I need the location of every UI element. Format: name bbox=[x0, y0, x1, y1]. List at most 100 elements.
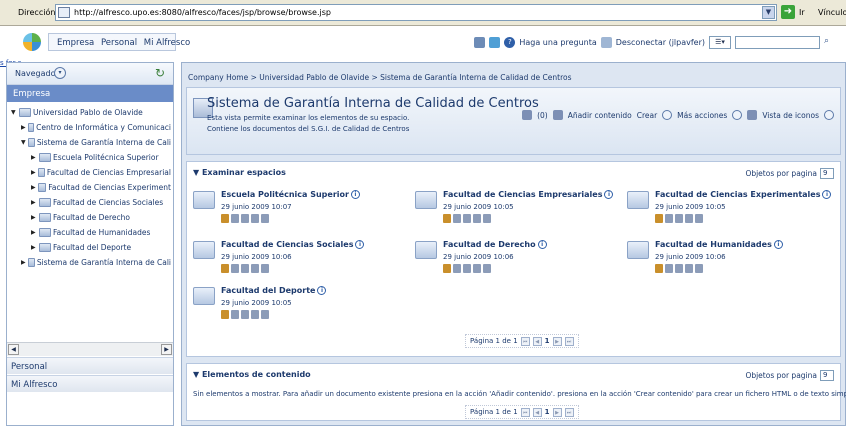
logout-icon[interactable] bbox=[600, 36, 612, 48]
space-name[interactable]: Facultad de Derecho i bbox=[443, 240, 547, 249]
go-button[interactable]: Ir bbox=[799, 8, 805, 17]
users-icon[interactable] bbox=[474, 36, 486, 48]
copy-icon[interactable] bbox=[231, 214, 239, 223]
more-icon[interactable] bbox=[261, 214, 269, 223]
details-icon[interactable] bbox=[241, 264, 249, 273]
tree-item[interactable]: ▼ Sistema de Garantía Interna de Cali bbox=[21, 136, 171, 148]
address-input[interactable]: http://alfresco.upo.es:8080/alfresco/fac… bbox=[55, 4, 777, 21]
cut-icon[interactable] bbox=[655, 264, 663, 273]
space-folder-icon[interactable] bbox=[193, 241, 215, 259]
last-page-icon[interactable]: ⏭ bbox=[564, 336, 574, 346]
next-page-icon[interactable]: ▶ bbox=[552, 336, 562, 346]
collapsed-arrow-icon[interactable]: ▶ bbox=[31, 184, 36, 191]
more-icon[interactable] bbox=[483, 214, 491, 223]
per-page-input[interactable]: 9 bbox=[820, 370, 834, 381]
sidebar-section-mi-alfresco[interactable]: Mi Alfresco bbox=[7, 375, 173, 392]
navigator-menu-icon[interactable]: ▾ bbox=[54, 67, 66, 79]
browse-spaces-title[interactable]: ▼ Examinar espacios bbox=[193, 168, 286, 177]
more-icon[interactable] bbox=[695, 264, 703, 273]
nav-empresa[interactable]: Empresa bbox=[57, 38, 94, 48]
rules-icon[interactable] bbox=[522, 110, 533, 120]
info-icon[interactable]: i bbox=[604, 190, 614, 199]
delete-icon[interactable] bbox=[685, 264, 693, 273]
collapsed-arrow-icon[interactable]: ▶ bbox=[21, 124, 26, 131]
delete-icon[interactable] bbox=[251, 214, 259, 223]
space-folder-icon[interactable] bbox=[415, 241, 437, 259]
cut-icon[interactable] bbox=[443, 264, 451, 273]
search-options-select[interactable]: ☰▾ bbox=[709, 35, 731, 49]
cut-icon[interactable] bbox=[443, 214, 451, 223]
delete-icon[interactable] bbox=[251, 310, 259, 319]
prev-page-icon[interactable]: ◀ bbox=[532, 336, 542, 346]
space-item[interactable]: Facultad de Ciencias Empresariales i 29 j… bbox=[415, 188, 615, 234]
search-icon[interactable]: ⌕ bbox=[824, 36, 838, 49]
view-icon[interactable] bbox=[747, 110, 758, 120]
nav-mi-alfresco[interactable]: Mi Alfresco bbox=[144, 38, 190, 48]
refresh-icon[interactable]: ↻ bbox=[155, 66, 165, 80]
space-item[interactable]: Facultad de Ciencias Experimentales i 29 … bbox=[627, 188, 832, 234]
tree-item[interactable]: ▶ Facultad del Deporte bbox=[31, 241, 171, 253]
cut-icon[interactable] bbox=[221, 310, 229, 319]
create-button[interactable]: Crear bbox=[637, 111, 657, 120]
cut-icon[interactable] bbox=[655, 214, 663, 223]
links-button[interactable]: Vínculos bbox=[818, 8, 846, 17]
tree-item[interactable]: ▶ Facultad de Ciencias Experiment bbox=[31, 181, 171, 193]
copy-icon[interactable] bbox=[231, 264, 239, 273]
copy-icon[interactable] bbox=[665, 214, 673, 223]
tree-item[interactable]: ▶ Facultad de Ciencias Empresarial bbox=[31, 166, 171, 178]
copy-icon[interactable] bbox=[453, 264, 461, 273]
space-folder-icon[interactable] bbox=[627, 241, 649, 259]
copy-icon[interactable] bbox=[453, 214, 461, 223]
first-page-icon[interactable]: ⏮ bbox=[520, 336, 530, 346]
space-item[interactable]: Escuela Politécnica Superior i 29 junio 2… bbox=[193, 188, 393, 234]
space-name[interactable]: Facultad de Ciencias Sociales i bbox=[221, 240, 365, 249]
collapsed-arrow-icon[interactable]: ▶ bbox=[31, 214, 37, 221]
nav-personal[interactable]: Personal bbox=[101, 38, 137, 48]
info-icon[interactable]: i bbox=[355, 240, 365, 249]
space-item[interactable]: Facultad del Deporte i 29 junio 2009 10:0… bbox=[193, 284, 393, 330]
more-actions-menu-icon[interactable] bbox=[732, 110, 743, 120]
collapsed-arrow-icon[interactable]: ▶ bbox=[21, 259, 26, 266]
copy-icon[interactable] bbox=[231, 310, 239, 319]
next-page-icon[interactable]: ▶ bbox=[552, 407, 562, 417]
space-item[interactable]: Facultad de Derecho i 29 junio 2009 10:06 bbox=[415, 238, 615, 284]
space-folder-icon[interactable] bbox=[627, 191, 649, 209]
details-icon[interactable] bbox=[463, 214, 471, 223]
space-name[interactable]: Facultad de Ciencias Experimentales i bbox=[655, 190, 832, 199]
info-icon[interactable]: i bbox=[537, 240, 547, 249]
expanded-arrow-icon[interactable]: ▼ bbox=[11, 109, 17, 116]
space-folder-icon[interactable] bbox=[193, 287, 215, 305]
space-name[interactable]: Facultad del Deporte i bbox=[221, 286, 327, 295]
add-content-button[interactable]: Añadir contenido bbox=[568, 111, 632, 120]
tree-item[interactable]: ▼ Universidad Pablo de Olavide bbox=[11, 106, 143, 118]
info-icon[interactable]: i bbox=[773, 240, 783, 249]
cut-icon[interactable] bbox=[221, 264, 229, 273]
details-icon[interactable] bbox=[241, 310, 249, 319]
breadcrumb[interactable]: Company Home > Universidad Pablo de Olav… bbox=[188, 73, 572, 82]
collapsed-arrow-icon[interactable]: ▶ bbox=[31, 199, 37, 206]
details-icon[interactable] bbox=[463, 264, 471, 273]
collapsed-arrow-icon[interactable]: ▶ bbox=[31, 154, 37, 161]
sidebar-horizontal-scrollbar[interactable]: ◀ ▶ bbox=[7, 342, 173, 356]
more-icon[interactable] bbox=[261, 264, 269, 273]
add-content-icon[interactable] bbox=[552, 110, 563, 120]
collapsed-arrow-icon[interactable]: ▶ bbox=[31, 169, 36, 176]
view-mode-button[interactable]: Vista de iconos bbox=[762, 111, 819, 120]
info-icon[interactable]: i bbox=[317, 286, 327, 295]
create-menu-icon[interactable] bbox=[662, 110, 673, 120]
scroll-left-icon[interactable]: ◀ bbox=[8, 344, 19, 355]
collapsed-arrow-icon[interactable]: ▶ bbox=[31, 244, 37, 251]
tree-item[interactable]: ▶ Facultad de Humanidades bbox=[31, 226, 171, 238]
search-input[interactable] bbox=[735, 35, 820, 49]
help-link[interactable]: Haga una pregunta bbox=[519, 38, 596, 47]
prev-page-icon[interactable]: ◀ bbox=[532, 407, 542, 417]
info-icon[interactable]: i bbox=[822, 190, 832, 199]
space-name[interactable]: Facultad de Ciencias Empresariales i bbox=[443, 190, 614, 199]
space-folder-icon[interactable] bbox=[193, 191, 215, 209]
sidebar-section-empresa[interactable]: Empresa bbox=[7, 85, 173, 102]
tree-item[interactable]: ▶ Facultad de Ciencias Sociales bbox=[31, 196, 171, 208]
copy-icon[interactable] bbox=[665, 264, 673, 273]
space-name[interactable]: Facultad de Humanidades i bbox=[655, 240, 783, 249]
per-page-input[interactable]: 9 bbox=[820, 168, 834, 179]
shelf-icon[interactable] bbox=[489, 36, 501, 48]
